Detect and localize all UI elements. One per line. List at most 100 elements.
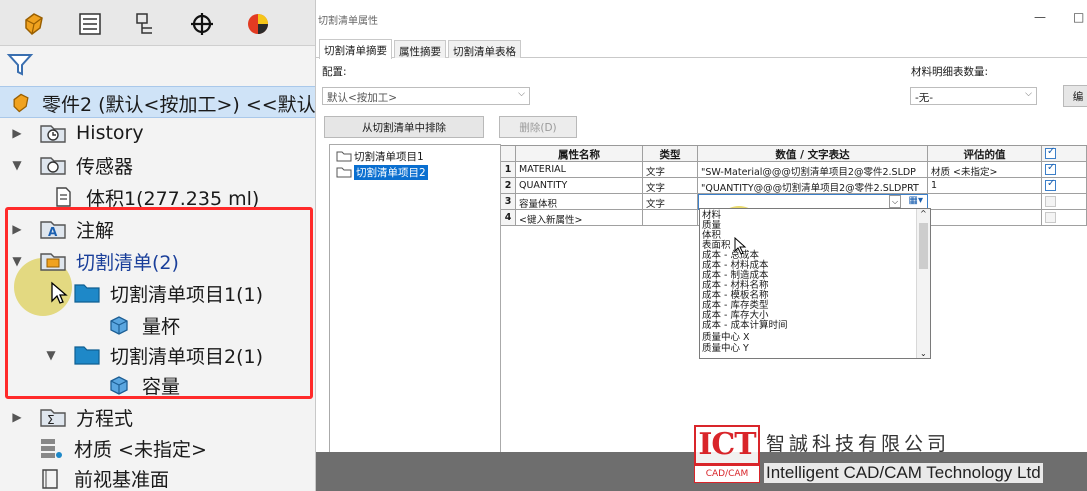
expand-arrow-icon[interactable]: ▼ (10, 158, 24, 172)
folder-icon (336, 167, 352, 178)
checkbox[interactable] (1045, 178, 1056, 191)
evaluated-cell (928, 210, 1042, 226)
configuration-manager-tab[interactable] (126, 6, 166, 42)
tab-cutlist-table[interactable]: 切割清单表格 (448, 40, 521, 58)
sensor-folder-icon (38, 152, 68, 178)
checkbox[interactable] (1045, 146, 1056, 159)
dropdown-option[interactable]: 质量中心 X (702, 333, 750, 343)
bom-quantity-value: -无- (915, 92, 934, 104)
bom-quantity-select[interactable]: -无- ⌵ (910, 87, 1037, 105)
ict-logo: ICT (694, 425, 760, 465)
equations-icon: Σ (38, 404, 68, 430)
bom-quantity-label: 材料明细表数量: (911, 66, 989, 78)
list-item[interactable]: 切割清单项目1 (336, 148, 424, 164)
config-label: 配置: (322, 66, 347, 78)
row-number: 3 (501, 194, 516, 210)
tree-item-front-plane[interactable]: 前视基准面 (36, 462, 169, 491)
evaluated-cell: 材质 <未指定> (928, 162, 1042, 178)
list-item[interactable]: 切割清单项目2 (336, 164, 428, 180)
tree-item-label: 材质 <未指定> (74, 438, 207, 461)
cutlist-properties-dialog: 切割清单属性 — □ 切割清单摘要 属性摘要 切割清单表格 配置: 材料明细表数… (316, 0, 1087, 491)
feature-manager-tabs (0, 0, 315, 46)
tab-property-summary[interactable]: 属性摘要 (394, 40, 446, 58)
value-cell[interactable]: "SW-Material@@@切割清单项目2@零件2.SLDP (698, 162, 928, 178)
row-number: 1 (501, 162, 516, 178)
edit-button[interactable]: 编 (1063, 85, 1087, 107)
column-header[interactable]: 类型 (643, 146, 698, 162)
dialog-title: 切割清单属性 (318, 16, 378, 27)
crosshair-icon (191, 13, 213, 35)
mouse-pointer-icon (734, 237, 747, 255)
checkbox[interactable] (1045, 212, 1056, 223)
delete-button[interactable]: 删除(D) (499, 116, 577, 138)
part-icon (25, 13, 43, 35)
expand-arrow-icon[interactable]: ▶ (10, 410, 24, 424)
display-manager-tab[interactable] (238, 6, 278, 42)
dropdown-option[interactable]: 成本 - 成本计算时间 (702, 321, 787, 331)
property-manager-tab[interactable] (70, 6, 110, 42)
feature-manager-tab[interactable] (14, 6, 54, 42)
tree-item-label: 前视基准面 (74, 468, 170, 491)
tree-item-label: 方程式 (76, 407, 134, 430)
expand-arrow-icon[interactable]: ▶ (10, 126, 24, 140)
scroll-down-icon[interactable]: ⌄ (920, 349, 927, 358)
check-cell[interactable] (1042, 194, 1087, 210)
type-cell[interactable]: 文字 (643, 162, 698, 178)
maximize-button[interactable]: □ (1073, 10, 1084, 24)
property-name-cell[interactable]: MATERIAL (516, 162, 643, 178)
dropdown-option[interactable]: 质量中心 Y (702, 344, 749, 354)
check-cell[interactable] (1042, 162, 1087, 178)
scrollbar-thumb[interactable] (919, 223, 928, 269)
dialog-tabs: 切割清单摘要 属性摘要 切割清单表格 (316, 39, 1087, 59)
checkbox[interactable] (1045, 196, 1056, 207)
cutlist-items-list: 切割清单项目1 切割清单项目2 (329, 144, 501, 456)
tree-item-sensors[interactable]: ▼ 传感器 (10, 149, 133, 181)
feature-tree-root[interactable]: 零件2 (默认<按加工>) <<默认>_ (0, 86, 316, 118)
feature-tree-root-label: 零件2 (默认<按加工>) <<默认>_ (42, 93, 316, 116)
tree-item-label: 传感器 (76, 155, 134, 178)
column-header[interactable]: 属性名称 (516, 146, 643, 162)
plane-icon (36, 465, 66, 491)
part-icon (6, 90, 36, 116)
chevron-down-icon[interactable]: ⌵ (889, 195, 901, 208)
table-corner (501, 146, 516, 162)
property-name-cell[interactable]: 容量体积 (516, 194, 643, 210)
property-list-icon (79, 13, 101, 35)
ict-logo-sub: CAD/CAM (694, 465, 760, 483)
new-property-cell[interactable]: <键入新属性> (516, 210, 643, 226)
config-select[interactable]: 默认<按加工> ⌵ (322, 87, 530, 105)
column-header-checkbox[interactable] (1042, 146, 1087, 162)
tab-cutlist-summary[interactable]: 切割清单摘要 (319, 39, 392, 59)
svg-text:Σ: Σ (47, 413, 55, 427)
property-name-cell[interactable]: QUANTITY (516, 178, 643, 194)
check-cell[interactable] (1042, 178, 1087, 194)
configuration-icon (136, 13, 152, 34)
evaluated-cell: 1 (928, 178, 1042, 194)
scroll-up-icon[interactable]: ^ (920, 209, 927, 218)
tree-item-material[interactable]: 材质 <未指定> (36, 432, 207, 464)
value-dropdown-list[interactable]: 材料 质量 体积 表面积 成本 - 总成本 成本 - 材料成本 成本 - 制造成… (699, 208, 931, 359)
value-cell[interactable]: "QUANTITY@@@切割清单项目2@零件2.SLDPRT (698, 178, 928, 194)
check-cell[interactable] (1042, 210, 1087, 226)
row-number: 4 (501, 210, 516, 226)
tree-item-history[interactable]: ▶ History (10, 117, 144, 149)
config-select-value: 默认<按加工> (327, 92, 398, 104)
tree-item-label: History (76, 122, 144, 144)
dropdown-scrollbar[interactable]: ^ ⌄ (916, 209, 930, 358)
type-cell[interactable]: 文字 (643, 178, 698, 194)
exclude-from-cutlist-button[interactable]: 从切割清单中排除 (324, 116, 484, 138)
appearance-icon (248, 14, 268, 34)
link-value-icon[interactable]: ▦▾ (909, 195, 923, 206)
company-name-en: Intelligent CAD/CAM Technology Ltd (764, 463, 1043, 483)
folder-icon (336, 151, 352, 162)
type-cell[interactable] (643, 210, 698, 226)
column-header[interactable]: 数值 / 文字表达 (698, 146, 928, 162)
column-header[interactable]: 评估的值 (928, 146, 1042, 162)
dimxpert-tab[interactable] (182, 6, 222, 42)
type-cell[interactable]: 文字 (643, 194, 698, 210)
tree-item-equations[interactable]: ▶ Σ 方程式 (10, 401, 133, 433)
minimize-button[interactable]: — (1034, 10, 1046, 24)
checkbox[interactable] (1045, 162, 1056, 175)
company-name-cn: 智誠科技有限公司 (766, 433, 951, 455)
filter-icon[interactable] (6, 52, 36, 80)
